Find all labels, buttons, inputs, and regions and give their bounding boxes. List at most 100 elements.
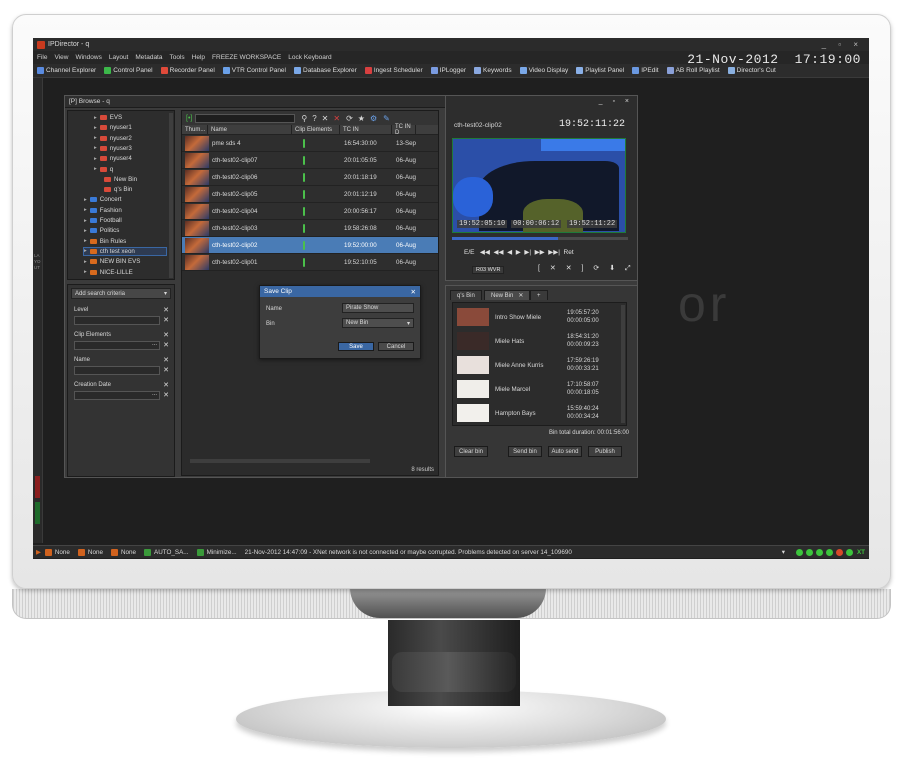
column-header-3[interactable]: TC IN [340,125,392,134]
close-icon[interactable]: ✕ [518,292,523,299]
table-row[interactable]: pme sds 4 16:54:30:00 13-Sep [182,135,438,152]
search-field-input[interactable] [74,316,160,325]
toolbar-recorder-panel[interactable]: Recorder Panel [160,67,215,74]
menu-item-metadata[interactable]: Metadata [135,54,162,61]
remove-criteria-icon[interactable]: ✕ [163,331,169,339]
menu-item-freeze-workspace[interactable]: FREEZE WORKSPACE [212,54,281,61]
menu-item-view[interactable]: View [54,54,68,61]
publish-button[interactable]: Publish [588,446,622,457]
table-row[interactable]: cth-test02-clip04 20:00:56:17 06-Aug [182,203,438,220]
remove-criteria-icon[interactable]: ✕ [163,306,169,314]
tree-node[interactable]: q's Bin [104,186,132,193]
menu-item-windows[interactable]: Windows [75,54,101,61]
add-search-criteria-dropdown[interactable]: Add search criteria ▾ [71,288,171,299]
tree-node[interactable]: ▸ nyuser1 [94,124,132,131]
video-preview[interactable]: 19:52:05:10 00:00:06:12 19:52:11:22 [452,138,626,233]
tree-node[interactable]: ▸ nyuser3 [94,145,132,152]
table-row[interactable]: cth-test02-clip02 19:52:00:00 06-Aug [182,237,438,254]
transport-controls[interactable]: E/E ◀◀ ◀◀ ◀ ▶ ▶| ▶▶ ▶▶| Ret [464,248,574,256]
send-bin-button[interactable]: Send bin [508,446,542,457]
bin-select[interactable]: New Bin ▾ [342,318,414,328]
toolbar-video-display[interactable]: Video Display [519,67,568,74]
bin-item[interactable]: Miele Marcel 17:10:58:07 00:00:18:05 [457,379,622,399]
expand-arrow-icon[interactable]: ▸ [94,166,97,172]
remove-criteria-icon[interactable]: ✕ [163,356,169,364]
expand-arrow-icon[interactable]: ▸ [84,248,87,254]
expand-arrow-icon[interactable]: ▸ [84,197,87,203]
table-row[interactable]: cth-test02-clip03 19:58:26:08 06-Aug [182,220,438,237]
expand-arrow-icon[interactable]: ▸ [84,269,87,275]
delete-icon[interactable]: ✕ [333,114,340,123]
bin-item[interactable]: Intro Show Miele 19:05:57:20 00:00:05:00 [457,307,622,327]
table-row[interactable]: cth-test02-clip06 20:01:18:19 06-Aug [182,169,438,186]
expand-arrow-icon[interactable]: ▸ [84,218,87,224]
menu-item-help[interactable]: Help [192,54,205,61]
expand-arrow-icon[interactable]: ▸ [84,238,87,244]
expand-arrow-icon[interactable]: ▸ [94,145,97,151]
clear-field-icon[interactable]: ✕ [163,366,169,374]
column-header-2[interactable]: Clip Elements [292,125,340,134]
search-icon[interactable]: ⚲ [301,114,307,123]
bin-item[interactable]: Hampton Bays 15:59:40:24 00:00:34:24 [457,403,622,423]
status-arrow-icon[interactable]: ▶ [36,549,41,556]
tree-node[interactable]: ▸ NEW BIN EVS [84,258,140,265]
expand-arrow-icon[interactable]: ▸ [84,259,87,265]
remove-criteria-icon[interactable]: ✕ [163,381,169,389]
toolbar-vtr-control-panel[interactable]: VTR Control Panel [222,67,286,74]
menu-item-layout[interactable]: Layout [109,54,129,61]
table-row[interactable]: cth-test02-clip01 19:52:10:05 06-Aug [182,254,438,271]
wrench-icon[interactable]: ✎ [383,114,390,123]
refresh-icon[interactable]: ⟳ [346,114,353,123]
menu-item-file[interactable]: File [37,54,47,61]
toolbar-ipedit[interactable]: IPEdit [632,67,659,74]
toolbar-director-s-cut[interactable]: Director's Cut [727,67,776,74]
tree-node[interactable]: ▸ Politics [84,227,119,234]
expand-arrow-icon[interactable]: ▸ [94,125,97,131]
tree-node[interactable]: New Bin [104,176,137,183]
expand-arrow-icon[interactable]: ▸ [84,207,87,213]
bin-item[interactable]: Miele Anne Kurris 17:59:26:19 00:00:33:21 [457,355,622,375]
grid-search-input[interactable] [195,113,296,123]
tab-new-bin[interactable]: New Bin ✕ [484,290,531,300]
clear-field-icon[interactable]: ✕ [163,341,169,349]
tree-node[interactable]: ▸ q [94,166,113,173]
grid-hscrollbar[interactable] [190,459,370,463]
column-header-1[interactable]: Name [208,125,292,134]
toolbar-iplogger[interactable]: IPLogger [430,67,466,74]
clip-name-input[interactable]: Pirate Show [342,303,414,313]
toolbar-ab-roll-playlist[interactable]: AB Roll Playlist [666,67,720,74]
mark-controls[interactable]: [ ✕ ✕ ] ⟳ ⬇ ⤢ [538,264,635,273]
help-icon[interactable]: ? [312,114,316,123]
toolbar-database-explorer[interactable]: Database Explorer [294,67,357,74]
column-header-0[interactable]: Thum... [182,125,208,134]
status-item[interactable]: None [110,548,136,556]
tree-node[interactable]: ▸ nyuser4 [94,155,132,162]
search-field-input[interactable] [74,366,160,375]
menu-item-tools[interactable]: Tools [169,54,184,61]
settings-icon[interactable]: ⚙ [370,114,377,123]
tree-node[interactable]: ▸ cth test xeon [83,246,167,256]
save-button[interactable]: Save [338,342,374,351]
filter-icon[interactable]: [•] [186,115,192,122]
expand-arrow-icon[interactable]: ▸ [94,135,97,141]
toolbar-control-panel[interactable]: Control Panel [104,67,153,74]
player-window-controls[interactable]: _ ▫ × [599,98,633,105]
tree-node[interactable]: ▸ Bin Rules [84,238,126,245]
scrub-bar[interactable] [452,237,628,240]
search-field-input[interactable]: ... [74,341,160,350]
expand-arrow-icon[interactable]: ▸ [94,115,97,121]
status-item[interactable]: Minimize... [196,548,237,556]
tab-qs-bin[interactable]: q's Bin [450,290,482,300]
tree-node[interactable]: ▸ EVS [94,114,122,121]
table-row[interactable]: cth-test02-clip05 20:01:12:19 06-Aug [182,186,438,203]
speed-select[interactable]: R03 WVR [472,266,505,274]
clear-field-icon[interactable]: ✕ [163,391,169,399]
tree-scrollbar[interactable] [169,113,173,278]
toolbar-keywords[interactable]: Keywords [474,67,512,74]
expand-arrow-icon[interactable]: ▸ [94,156,97,162]
clear-field-icon[interactable]: ✕ [163,316,169,324]
clear-bin-button[interactable]: Clear bin [454,446,488,457]
tree-node[interactable]: ▸ NICE-LILLE [84,269,133,276]
search-field-input[interactable]: ... [74,391,160,400]
layout-side-strip[interactable]: LAYOUT [33,78,43,543]
